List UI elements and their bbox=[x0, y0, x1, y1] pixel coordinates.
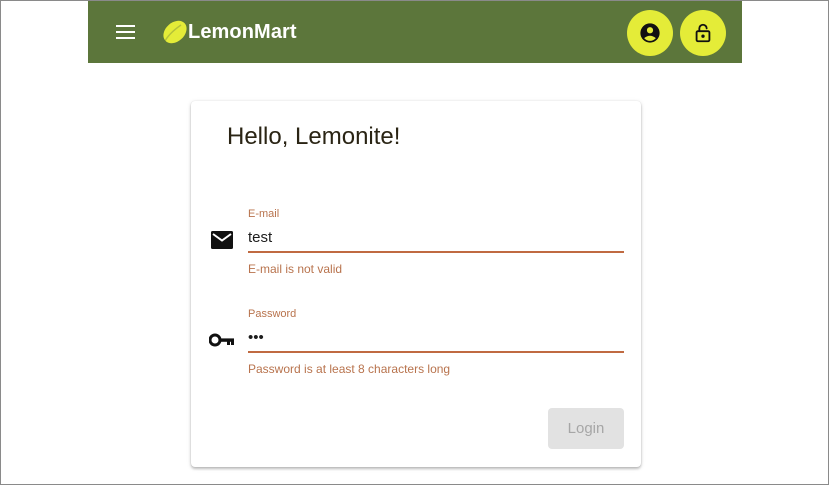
logout-button[interactable] bbox=[680, 10, 726, 56]
email-input[interactable] bbox=[248, 228, 624, 248]
account-button[interactable] bbox=[627, 10, 673, 56]
account-circle-icon bbox=[640, 23, 660, 43]
app-window: LemonMart Hello, Lemonite! E-mail test E… bbox=[0, 0, 829, 485]
email-error: E-mail is not valid bbox=[248, 262, 343, 276]
password-input[interactable]: ••• bbox=[248, 328, 624, 348]
menu-icon[interactable] bbox=[114, 20, 136, 42]
vpn-key-icon bbox=[209, 333, 234, 347]
login-card: Hello, Lemonite! E-mail E-mail is not va… bbox=[191, 101, 641, 467]
email-field: E-mail E-mail is not valid bbox=[248, 208, 624, 276]
card-title: Hello, Lemonite! bbox=[227, 123, 401, 150]
login-button[interactable]: Login bbox=[548, 408, 624, 449]
email-underline bbox=[248, 251, 624, 253]
brand-link[interactable]: LemonMart bbox=[159, 16, 297, 48]
lemon-logo-icon bbox=[163, 20, 187, 44]
lock-open-icon bbox=[695, 23, 711, 43]
password-error: Password is at least 8 characters long bbox=[248, 362, 451, 376]
top-toolbar: LemonMart bbox=[88, 1, 742, 63]
password-label: Password bbox=[248, 308, 297, 320]
email-icon bbox=[211, 231, 233, 249]
app-name: LemonMart bbox=[188, 20, 297, 43]
password-field: Password ••• Password is at least 8 char… bbox=[248, 308, 624, 376]
password-underline bbox=[248, 351, 624, 353]
email-label: E-mail bbox=[248, 208, 280, 220]
